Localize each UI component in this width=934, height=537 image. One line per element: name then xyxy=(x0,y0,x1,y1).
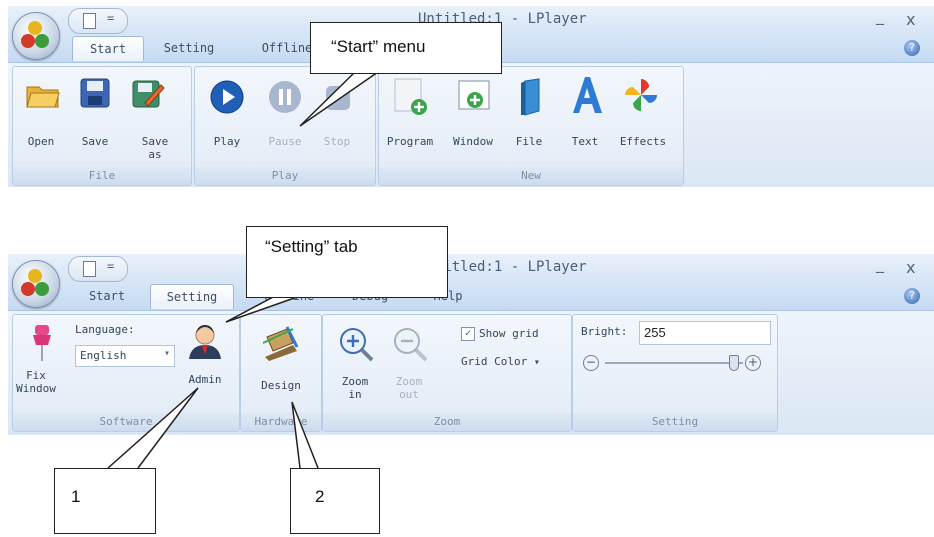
callout-start-menu-text: “Start” menu xyxy=(331,37,426,56)
callout-start-menu: “Start” menu xyxy=(310,22,502,74)
callout-setting-tab-text: “Setting” tab xyxy=(265,237,358,256)
callout-2: 2 xyxy=(290,468,380,534)
callout-pointer-lines xyxy=(107,71,379,469)
callout-1-text: 1 xyxy=(71,487,81,506)
callout-setting-tab: “Setting” tab xyxy=(246,226,448,298)
callout-2-text: 2 xyxy=(315,487,325,506)
callout-1: 1 xyxy=(54,468,156,534)
